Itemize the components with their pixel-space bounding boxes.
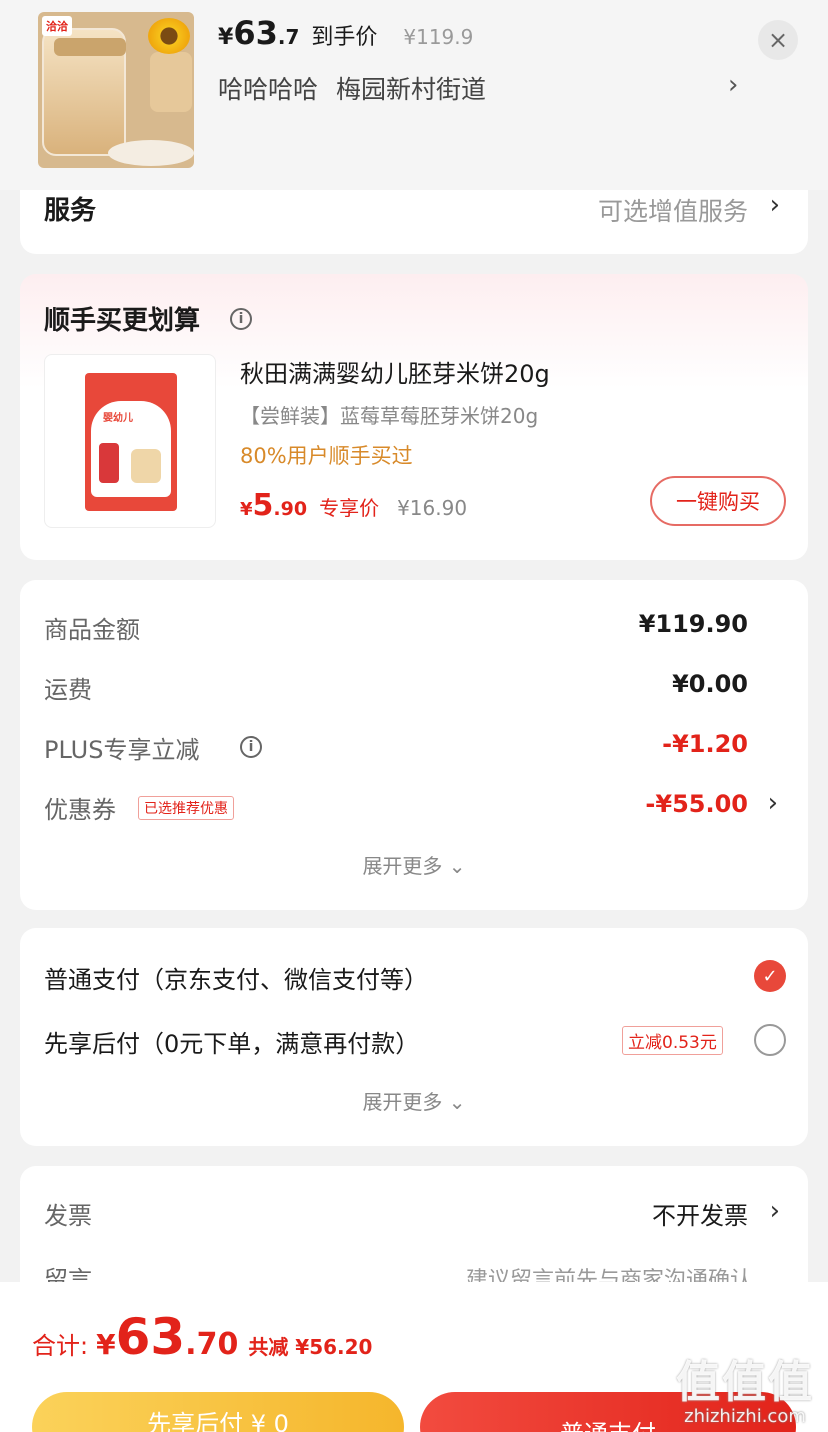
- amount-label: 优惠券: [44, 796, 116, 824]
- bundle-price-yen: ¥: [240, 499, 253, 520]
- amount-value: -¥1.20: [662, 730, 748, 758]
- info-icon[interactable]: i: [230, 308, 252, 330]
- one-click-buy-button[interactable]: 一键购买: [650, 476, 786, 526]
- service-chevron-icon: ›: [769, 190, 780, 220]
- amount-value: ¥119.90: [638, 610, 748, 638]
- header-price-yen: ¥: [218, 25, 234, 50]
- amount-row-coupon[interactable]: 优惠券 已选推荐优惠 -¥55.00 ›: [44, 784, 784, 824]
- coupon-tag: 已选推荐优惠: [138, 796, 234, 820]
- invoice-label: 发票: [44, 1202, 92, 1230]
- amount-label: 商品金额: [44, 616, 140, 644]
- bundle-original-price: ¥16.90: [397, 496, 468, 520]
- later-discount-tag: 立减0.53元: [622, 1026, 723, 1055]
- header-price-int: 63: [233, 14, 278, 52]
- total-yen: ¥: [96, 1328, 116, 1361]
- watermark-logo: 值值值: [676, 1357, 814, 1408]
- address-detail: 梅园新村街道: [336, 75, 487, 104]
- coupon-chevron-icon: ›: [767, 788, 778, 818]
- watermark-url: zhizhizhi.com: [684, 1406, 806, 1427]
- amount-expand-more[interactable]: 展开更多 ⌄: [20, 850, 808, 879]
- close-button[interactable]: ×: [758, 20, 798, 60]
- radio-unselected-icon[interactable]: [754, 1024, 786, 1056]
- header-price-dec: .7: [277, 25, 300, 49]
- bundle-price-int: 5: [252, 488, 274, 523]
- plate-shape: [108, 140, 194, 166]
- address-chevron-icon[interactable]: ›: [728, 70, 738, 100]
- header-price-tag: 到手价: [311, 25, 378, 50]
- box-caption: 婴幼儿: [103, 413, 133, 424]
- small-jar-shape: [150, 52, 192, 112]
- amount-card: 商品金额 ¥119.90 运费 ¥0.00 PLUS专享立减 i -¥1.20 …: [20, 580, 808, 910]
- bundle-price-tag: 专享价: [319, 496, 380, 520]
- bundle-product-spec: 【尝鲜装】蓝莓草莓胚芽米饼20g: [240, 404, 539, 428]
- amount-row-plus: PLUS专享立减 i -¥1.20: [44, 724, 784, 764]
- total-savings: 共减 ¥56.20: [248, 1335, 373, 1359]
- header-original-price: ¥119.9: [403, 25, 474, 49]
- bundle-card: 顺手买更划算 i 婴幼儿 秋田满满婴幼儿胚芽米饼20g 【尝鲜装】蓝莓草莓胚芽米…: [20, 274, 808, 560]
- payment-expand-more[interactable]: 展开更多 ⌄: [20, 1086, 808, 1115]
- amount-label: PLUS专享立减: [44, 736, 200, 764]
- address-name: 哈哈哈哈: [218, 75, 319, 104]
- product-box-shape: 婴幼儿: [85, 373, 177, 511]
- sticky-order-header: 洽洽 ¥ 63 .7 到手价 ¥119.9 哈哈哈哈 梅园新村街道 › ×: [0, 0, 828, 190]
- sunflower-shape: [148, 18, 190, 54]
- amount-value: -¥55.00: [645, 790, 748, 818]
- total-dec: .70: [185, 1327, 239, 1362]
- amount-label: 运费: [44, 676, 92, 704]
- amount-value: ¥0.00: [672, 670, 748, 698]
- bundle-price: ¥ 5 .90 专享价 ¥16.90: [240, 488, 467, 523]
- payment-option-normal[interactable]: 普通支付（京东支付、微信支付等）: [44, 960, 428, 995]
- amount-row-goods: 商品金额 ¥119.90: [44, 604, 784, 644]
- product-thumbnail[interactable]: 洽洽: [38, 12, 194, 168]
- plus-info-icon[interactable]: i: [240, 736, 262, 758]
- total-int: 63: [115, 1308, 186, 1366]
- amount-row-shipping: 运费 ¥0.00: [44, 664, 784, 704]
- bundle-price-dec: .90: [273, 498, 308, 520]
- bundle-product-name[interactable]: 秋田满满婴幼儿胚芽米饼20g: [240, 354, 550, 389]
- check-selected-icon[interactable]: ✓: [754, 960, 786, 992]
- jar-shape: [42, 28, 126, 156]
- watermark: 值值值 zhizhizhi.com: [676, 1346, 814, 1427]
- total-label: 合计:: [32, 1332, 89, 1360]
- service-label: 服务: [44, 196, 97, 226]
- brand-logo: 洽洽: [42, 16, 72, 36]
- bundle-product-stat: 80%用户顺手买过: [240, 444, 413, 468]
- payment-card: 普通支付（京东支付、微信支付等） ✓ 先享后付（0元下单，满意再付款） 立减0.…: [20, 928, 808, 1146]
- delivery-address[interactable]: 哈哈哈哈 梅园新村街道: [218, 70, 486, 106]
- order-total: 合计: ¥ 63 .70 共减 ¥56.20: [32, 1308, 372, 1366]
- pay-later-button[interactable]: 先享后付 ¥ 0: [32, 1392, 404, 1432]
- invoice-chevron-icon: ›: [769, 1196, 780, 1226]
- header-price: ¥ 63 .7 到手价 ¥119.9: [218, 14, 473, 52]
- bundle-title: 顺手买更划算: [44, 306, 201, 336]
- invoice-value[interactable]: 不开发票: [652, 1196, 748, 1231]
- service-value: 可选增值服务: [597, 197, 748, 226]
- bundle-product-image[interactable]: 婴幼儿: [44, 354, 216, 528]
- payment-option-later[interactable]: 先享后付（0元下单，满意再付款）: [44, 1024, 419, 1059]
